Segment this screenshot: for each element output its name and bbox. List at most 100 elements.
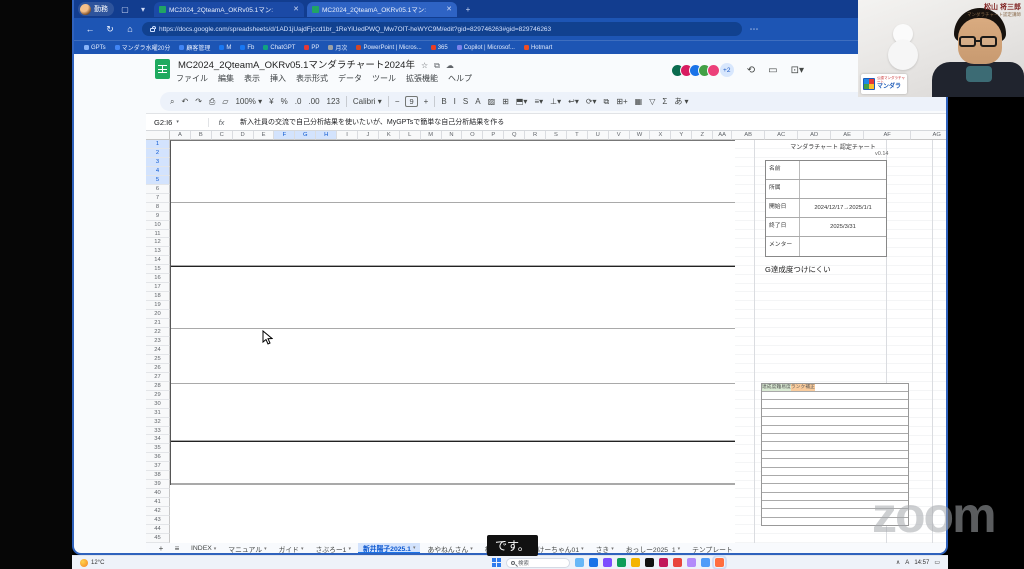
tab-close-icon[interactable]: ✕: [293, 5, 299, 13]
row-header[interactable]: 44: [146, 524, 170, 534]
bookmark-item[interactable]: 月次: [328, 43, 347, 52]
row-header[interactable]: 19: [146, 301, 170, 311]
sheet-tab-menu-icon[interactable]: ▾: [611, 546, 614, 552]
home-icon[interactable]: ⌂: [122, 24, 138, 34]
row-header[interactable]: 8: [146, 202, 170, 212]
menu-item[interactable]: データ: [338, 73, 362, 84]
functions-icon[interactable]: Σ: [662, 97, 667, 106]
info-field-value[interactable]: 2025/3/31: [800, 218, 886, 236]
star-icon[interactable]: ☆: [421, 61, 428, 70]
row-header[interactable]: 42: [146, 507, 170, 517]
column-header[interactable]: V: [608, 131, 630, 140]
row-header[interactable]: 29: [146, 390, 170, 400]
tray-expand-icon[interactable]: ∧: [896, 559, 900, 566]
bookmark-item[interactable]: 365: [430, 43, 448, 52]
print-icon[interactable]: ⎙: [209, 97, 215, 107]
notification-icon[interactable]: ▭: [934, 559, 940, 566]
sheet-tab[interactable]: マニュアル ▾: [223, 543, 271, 554]
column-header[interactable]: AG: [911, 131, 946, 140]
percent-icon[interactable]: %: [281, 97, 288, 106]
menu-item[interactable]: 表示形式: [296, 73, 328, 84]
menu-item[interactable]: ツール: [372, 73, 396, 84]
column-header[interactable]: AC: [765, 131, 799, 140]
column-header[interactable]: P: [483, 131, 505, 140]
column-header[interactable]: AD: [798, 131, 832, 140]
ime-indicator[interactable]: A: [905, 560, 909, 566]
text-wrap-icon[interactable]: ↩▾: [568, 97, 579, 106]
ime-icon[interactable]: あ ▾: [674, 96, 688, 107]
formula-input[interactable]: 新入社員の交流で自己分析結果を使いたいが、MyGPTsで簡単な自己分析結果を作る: [234, 117, 946, 127]
row-header[interactable]: 18: [146, 292, 170, 302]
column-header[interactable]: X: [650, 131, 672, 140]
column-header[interactable]: G: [295, 131, 317, 140]
more-icon[interactable]: ⋯: [746, 24, 762, 35]
sheets-logo-icon[interactable]: [155, 59, 170, 79]
column-header[interactable]: B: [190, 131, 212, 140]
sheet-tab[interactable]: テンプレート: [687, 543, 740, 554]
taskbar-app-icon[interactable]: [687, 558, 696, 567]
move-folder-icon[interactable]: ⧉: [434, 61, 440, 70]
zoom-select[interactable]: 100% ▾: [235, 97, 262, 106]
row-header[interactable]: 23: [146, 336, 170, 346]
info-field-value[interactable]: [800, 237, 886, 256]
insert-comment-icon[interactable]: ⊞+: [616, 97, 627, 106]
workspaces-icon[interactable]: ▢: [118, 5, 132, 14]
collaborators-more-badge[interactable]: +2: [719, 63, 734, 77]
number-format-icon[interactable]: 123: [327, 97, 340, 106]
search-icon[interactable]: ⌕: [170, 97, 174, 107]
column-header[interactable]: R: [525, 131, 547, 140]
sheet-tab-menu-icon[interactable]: ▾: [214, 546, 217, 552]
column-header[interactable]: AE: [831, 131, 865, 140]
comments-icon[interactable]: ▭: [768, 65, 777, 76]
row-header[interactable]: 13: [146, 247, 170, 257]
row-header[interactable]: 17: [146, 283, 170, 293]
taskbar-app-icon[interactable]: [617, 558, 626, 567]
weather-widget[interactable]: 12°C: [72, 558, 104, 567]
taskbar-app-icon[interactable]: [712, 555, 727, 569]
row-header[interactable]: 43: [146, 516, 170, 525]
row-header[interactable]: 24: [146, 345, 170, 355]
menu-item[interactable]: 編集: [218, 73, 234, 84]
row-header[interactable]: 11: [146, 229, 170, 239]
column-header[interactable]: H: [316, 131, 338, 140]
row-header[interactable]: 9: [146, 211, 170, 221]
sheet-tab-menu-icon[interactable]: ▾: [413, 545, 416, 551]
row-header[interactable]: 2: [146, 148, 170, 158]
menu-item[interactable]: 表示: [244, 73, 260, 84]
refresh-icon[interactable]: ↻: [102, 24, 118, 35]
currency-icon[interactable]: ¥: [269, 97, 273, 106]
info-field-value[interactable]: [800, 161, 886, 179]
text-color-icon[interactable]: A: [475, 97, 480, 106]
row-header[interactable]: 22: [146, 328, 170, 337]
bookmark-item[interactable]: PowerPoint | Micros...: [356, 43, 422, 52]
bookmark-item[interactable]: マンダラ水曜20分: [114, 43, 170, 52]
sheet-tab[interactable]: さき ▾: [591, 543, 619, 554]
sheet-tab-menu-icon[interactable]: ▾: [678, 546, 681, 552]
strikethrough-icon[interactable]: S: [463, 97, 468, 106]
row-header[interactable]: 1: [146, 140, 170, 149]
text-rotation-icon[interactable]: ⟳▾: [586, 97, 597, 106]
column-header[interactable]: C: [211, 131, 233, 140]
row-header[interactable]: 35: [146, 444, 170, 454]
column-header[interactable]: AA: [713, 131, 733, 140]
column-header[interactable]: M: [420, 131, 442, 140]
taskbar-search[interactable]: 検索: [506, 557, 570, 568]
increase-font-icon[interactable]: +: [424, 97, 429, 106]
column-header[interactable]: A: [170, 131, 191, 140]
row-header[interactable]: 4: [146, 166, 170, 176]
row-header[interactable]: 6: [146, 184, 170, 194]
taskbar-app-icon[interactable]: [603, 558, 612, 567]
bookmark-item[interactable]: 顧客管理: [179, 43, 210, 52]
row-header[interactable]: 28: [146, 381, 170, 391]
increase-decimal-icon[interactable]: .00: [308, 97, 319, 106]
column-header[interactable]: K: [378, 131, 400, 140]
select-all-corner[interactable]: [146, 131, 170, 140]
tab-search-icon[interactable]: ▾: [136, 5, 150, 14]
column-header[interactable]: N: [441, 131, 463, 140]
insert-chart-icon[interactable]: ▦: [635, 97, 643, 106]
collaborator-avatar[interactable]: [706, 63, 720, 77]
vertical-align-icon[interactable]: ⊥▾: [550, 97, 561, 106]
url-bar[interactable]: https://docs.google.com/spreadsheets/d/1…: [142, 22, 742, 36]
column-header[interactable]: U: [587, 131, 609, 140]
column-header[interactable]: W: [629, 131, 651, 140]
